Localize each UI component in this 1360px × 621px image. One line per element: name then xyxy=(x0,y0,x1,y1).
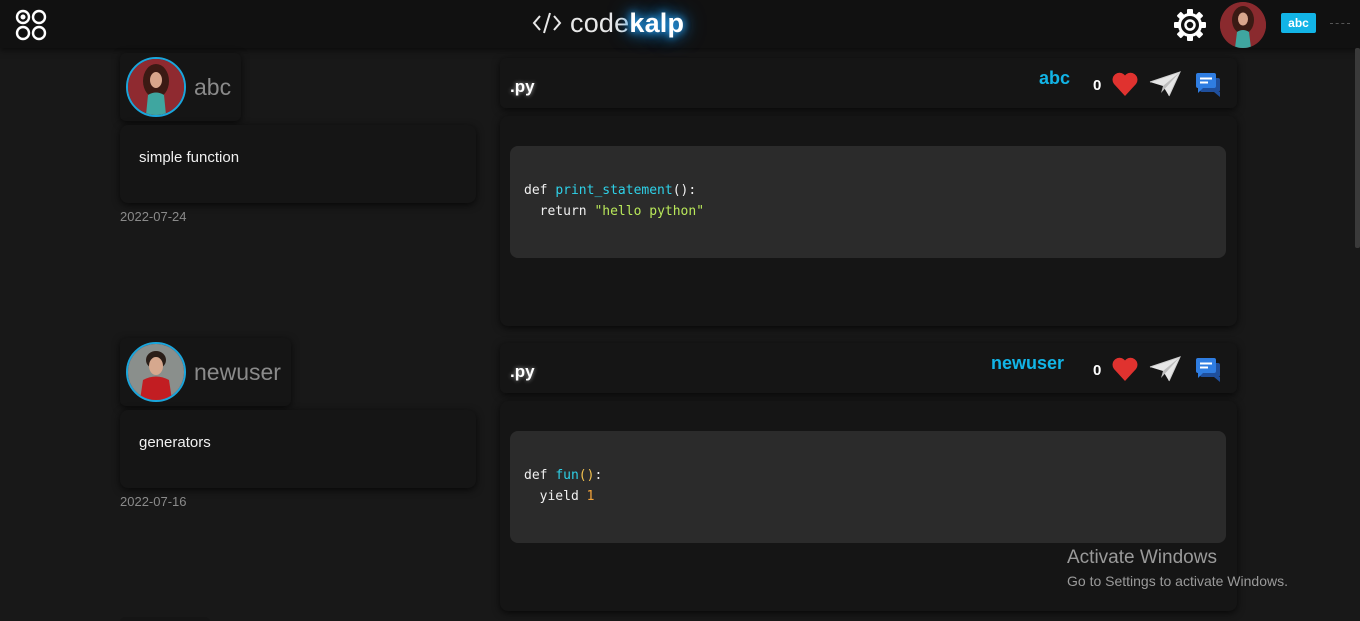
post-date: 2022-07-24 xyxy=(120,209,187,224)
code-keyword: def xyxy=(524,183,556,198)
author-card[interactable]: abc xyxy=(120,53,242,121)
user-badge[interactable]: abc xyxy=(1281,13,1316,33)
profile-photo-icon xyxy=(128,59,184,115)
top-bar: codekalp abc xyxy=(0,0,1360,48)
profile-photo-icon xyxy=(1220,2,1266,48)
gear-icon[interactable] xyxy=(1172,7,1208,43)
author-name[interactable]: newuser xyxy=(194,359,281,386)
brand-logo[interactable]: codekalp xyxy=(532,6,684,40)
post-header: .py abc 0 xyxy=(500,58,1237,108)
avatar[interactable] xyxy=(1220,2,1266,48)
code-brackets-icon xyxy=(532,12,562,34)
post-header-user[interactable]: newuser xyxy=(991,353,1064,374)
divider xyxy=(1330,23,1350,24)
code-keyword: def xyxy=(524,468,556,483)
code-keyword: yield xyxy=(524,489,587,504)
heart-icon[interactable] xyxy=(1111,71,1139,97)
code-string: "hello python" xyxy=(594,204,705,219)
post-body: def print_statement(): return "hello pyt… xyxy=(500,116,1237,326)
author-card[interactable]: newuser xyxy=(120,338,291,406)
language-tag: .py xyxy=(510,362,535,381)
code-paren: () xyxy=(578,468,595,483)
code-text: : xyxy=(594,468,603,483)
language-tag: .py xyxy=(510,77,535,96)
brand-prefix: code xyxy=(570,7,630,38)
code-function-name: fun xyxy=(555,468,579,483)
avatar[interactable] xyxy=(126,57,186,117)
code-text: (): xyxy=(672,183,697,198)
code-keyword: return xyxy=(524,204,595,219)
profile-photo-icon xyxy=(128,344,184,400)
brand-name: codekalp xyxy=(570,8,684,39)
chat-icon[interactable] xyxy=(1194,355,1222,383)
author-card xyxy=(120,617,210,621)
avatar[interactable] xyxy=(126,342,186,402)
chat-icon[interactable] xyxy=(1194,70,1222,98)
post-title-card: generators xyxy=(120,410,476,488)
like-count: 0 xyxy=(1093,362,1102,379)
code-block[interactable]: def print_statement(): return "hello pyt… xyxy=(510,146,1226,258)
post-title: generators xyxy=(139,434,211,451)
post-header: .py newuser 0 xyxy=(500,343,1237,393)
like-count: 0 xyxy=(1093,77,1102,94)
paper-plane-icon[interactable] xyxy=(1149,71,1181,97)
code-function-name: print_statement xyxy=(555,183,673,198)
heart-icon[interactable] xyxy=(1111,356,1139,382)
watermark-subtitle: Go to Settings to activate Windows. xyxy=(1067,573,1288,589)
post-card: abc simple function 2022-07-24 .py abc 0… xyxy=(0,53,1360,338)
code-number: 1 xyxy=(586,489,595,504)
post-title-card: simple function xyxy=(120,125,476,203)
menu-grid-icon[interactable] xyxy=(14,8,48,42)
post-date: 2022-07-16 xyxy=(120,494,187,509)
post-header-user[interactable]: abc xyxy=(1039,68,1070,89)
author-name[interactable]: abc xyxy=(194,74,231,101)
watermark-title: Activate Windows xyxy=(1067,547,1217,568)
post-title: simple function xyxy=(139,149,240,166)
brand-suffix: kalp xyxy=(629,7,685,38)
paper-plane-icon[interactable] xyxy=(1149,356,1181,382)
code-block[interactable]: def fun(): yield 1 xyxy=(510,431,1226,543)
